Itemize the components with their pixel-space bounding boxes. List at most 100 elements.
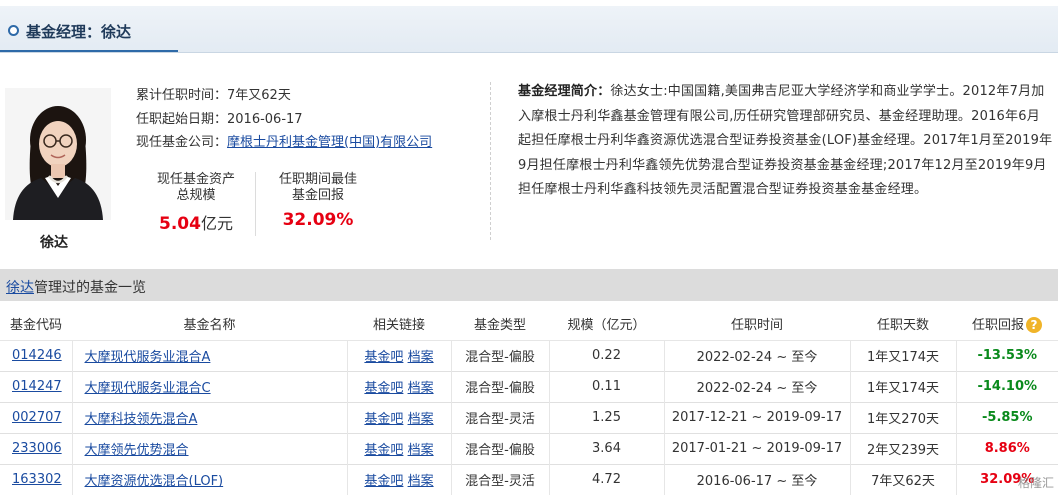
col-header-days: 任职天数 — [850, 307, 956, 341]
company-link[interactable]: 摩根士丹利基金管理(中国)有限公司 — [227, 135, 432, 150]
fund-archive-link[interactable]: 档案 — [408, 412, 434, 427]
total-assets-unit: 亿元 — [200, 214, 233, 233]
portrait-image — [5, 88, 111, 220]
fund-table: 基金代码 基金名称 相关链接 基金类型 规模（亿元） 任职时间 任职天数 任职回… — [0, 307, 1058, 495]
fund-archive-link[interactable]: 档案 — [408, 474, 434, 489]
col-header-type: 基金类型 — [451, 307, 549, 341]
fund-links-cell: 基金吧 档案 — [347, 432, 452, 464]
col-header-size: 规模（亿元） — [549, 307, 664, 341]
fund-name-cell: 大摩科技领先混合A — [72, 401, 348, 433]
fund-name-link[interactable]: 大摩科技领先混合A — [85, 412, 198, 427]
manager-name: 徐达 — [40, 235, 68, 251]
table-row: 014246 大摩现代服务业混合A 基金吧 档案 混合型-偏股 0.22 202… — [0, 339, 1058, 371]
manager-bio: 基金经理简介：徐达女士:中国国籍,美国弗吉尼亚大学经济学和商业学学士。2012年… — [518, 80, 1053, 203]
fund-return-cell: -5.85% — [956, 401, 1058, 433]
fund-archive-link[interactable]: 档案 — [408, 443, 434, 458]
fund-bar-link[interactable]: 基金吧 — [364, 474, 403, 489]
fund-code-cell: 014246 — [0, 339, 73, 371]
profile-divider — [490, 82, 491, 240]
fund-return-cell: -13.53% — [956, 339, 1058, 371]
fund-days-cell: 2年又239天 — [850, 432, 957, 464]
total-assets-value-wrap: 5.04亿元 — [146, 210, 246, 234]
fund-name-link[interactable]: 大摩领先优势混合 — [85, 443, 189, 458]
table-row: 002707 大摩科技领先混合A 基金吧 档案 混合型-灵活 1.25 2017… — [0, 401, 1058, 433]
fund-code-link[interactable]: 163302 — [12, 472, 62, 487]
fund-code-cell: 233006 — [0, 432, 73, 464]
fund-code-link[interactable]: 233006 — [12, 441, 62, 456]
fund-code-cell: 014247 — [0, 370, 73, 402]
best-return-value: 32.09% — [282, 210, 354, 230]
fund-name-link[interactable]: 大摩现代服务业混合A — [85, 350, 211, 365]
table-row: 014247 大摩现代服务业混合C 基金吧 档案 混合型-偏股 0.11 202… — [0, 370, 1058, 402]
tenure-line: 累计任职时间：7年又62天 — [136, 84, 291, 103]
fund-code-cell: 002707 — [0, 401, 73, 433]
fund-days-cell: 1年又174天 — [850, 339, 957, 371]
fund-name-link[interactable]: 大摩现代服务业混合C — [85, 381, 211, 396]
fund-code-link[interactable]: 014246 — [12, 348, 62, 363]
fund-links-cell: 基金吧 档案 — [347, 463, 452, 495]
fund-name-cell: 大摩现代服务业混合C — [72, 370, 348, 402]
fund-size-cell: 1.25 — [549, 401, 665, 433]
fund-list-title-suffix: 管理过的基金一览 — [34, 280, 146, 296]
fund-archive-link[interactable]: 档案 — [408, 350, 434, 365]
best-return-label-2: 基金回报 — [291, 188, 344, 203]
fund-period-cell: 2016-06-17 ~ 至今 — [664, 463, 851, 495]
start-date-label: 任职起始日期： — [136, 112, 228, 127]
fund-period-cell: 2022-02-24 ~ 至今 — [664, 370, 851, 402]
fund-period-cell: 2017-12-21 ~ 2019-09-17 — [664, 401, 851, 433]
fund-list-title: 徐达管理过的基金一览 — [6, 277, 146, 297]
manager-name-link[interactable]: 徐达 — [6, 280, 34, 296]
bio-text: 徐达女士:中国国籍,美国弗吉尼亚大学经济学和商业学学士。2012年7月加入摩根士… — [518, 84, 1053, 197]
col-header-links: 相关链接 — [347, 307, 451, 341]
fund-bar-link[interactable]: 基金吧 — [364, 412, 403, 427]
fund-bar-link[interactable]: 基金吧 — [364, 381, 403, 396]
fund-size-cell: 0.11 — [549, 370, 665, 402]
bio-label: 基金经理简介： — [518, 84, 611, 99]
col-header-code: 基金代码 — [0, 307, 72, 341]
best-return-label-1: 任职期间最佳 — [278, 172, 357, 187]
section-header: 基金经理：徐达 — [0, 0, 1058, 53]
watermark-logo: 格隆汇 — [1017, 476, 1054, 490]
fund-name-cell: 大摩资源优选混合(LOF) — [72, 463, 348, 495]
fund-days-cell: 7年又62天 — [850, 463, 957, 495]
fund-archive-link[interactable]: 档案 — [408, 381, 434, 396]
fund-period-cell: 2017-01-21 ~ 2019-09-17 — [664, 432, 851, 464]
fund-code-link[interactable]: 002707 — [12, 410, 62, 425]
fund-type-cell: 混合型-灵活 — [451, 463, 550, 495]
start-date-line: 任职起始日期：2016-06-17 — [136, 108, 303, 127]
manager-photo — [5, 88, 111, 220]
best-return-stat: 任职期间最佳 基金回报 32.09% — [268, 172, 368, 230]
fund-name-cell: 大摩现代服务业混合A — [72, 339, 348, 371]
fund-name-link[interactable]: 大摩资源优选混合(LOF) — [85, 474, 224, 489]
col-header-return-label: 任职回报 — [971, 317, 1024, 333]
table-header-row: 基金代码 基金名称 相关链接 基金类型 规模（亿元） 任职时间 任职天数 任职回… — [0, 307, 1058, 341]
fund-links-cell: 基金吧 档案 — [347, 370, 452, 402]
company-label: 现任基金公司： — [136, 135, 228, 150]
start-date-value: 2016-06-17 — [227, 112, 303, 127]
col-header-return: 任职回报? — [956, 307, 1058, 341]
total-assets-label-2: 总规模 — [176, 188, 216, 203]
col-header-period: 任职时间 — [664, 307, 850, 341]
fund-days-cell: 1年又270天 — [850, 401, 957, 433]
total-assets-stat: 现任基金资产 总规模 5.04亿元 — [146, 172, 246, 234]
stat-divider — [255, 172, 256, 236]
fund-code-cell: 163302 — [0, 463, 73, 495]
header-divider — [0, 52, 1058, 53]
total-assets-label-1: 现任基金资产 — [156, 172, 235, 187]
fund-bar-link[interactable]: 基金吧 — [364, 350, 403, 365]
fund-name-cell: 大摩领先优势混合 — [72, 432, 348, 464]
table-row: 163302 大摩资源优选混合(LOF) 基金吧 档案 混合型-灵活 4.72 … — [0, 463, 1058, 495]
fund-code-link[interactable]: 014247 — [12, 379, 62, 394]
table-row: 233006 大摩领先优势混合 基金吧 档案 混合型-偏股 3.64 2017-… — [0, 432, 1058, 464]
fund-type-cell: 混合型-偏股 — [451, 432, 550, 464]
fund-type-cell: 混合型-灵活 — [451, 401, 550, 433]
fund-type-cell: 混合型-偏股 — [451, 339, 550, 371]
fund-period-cell: 2022-02-24 ~ 至今 — [664, 339, 851, 371]
page-title: 基金经理：徐达 — [26, 23, 132, 41]
fund-bar-link[interactable]: 基金吧 — [364, 443, 403, 458]
company-line: 现任基金公司：摩根士丹利基金管理(中国)有限公司 — [136, 131, 432, 150]
help-icon[interactable]: ? — [1026, 317, 1042, 333]
circle-icon — [8, 25, 19, 36]
fund-size-cell: 4.72 — [549, 463, 665, 495]
fund-links-cell: 基金吧 档案 — [347, 339, 452, 371]
